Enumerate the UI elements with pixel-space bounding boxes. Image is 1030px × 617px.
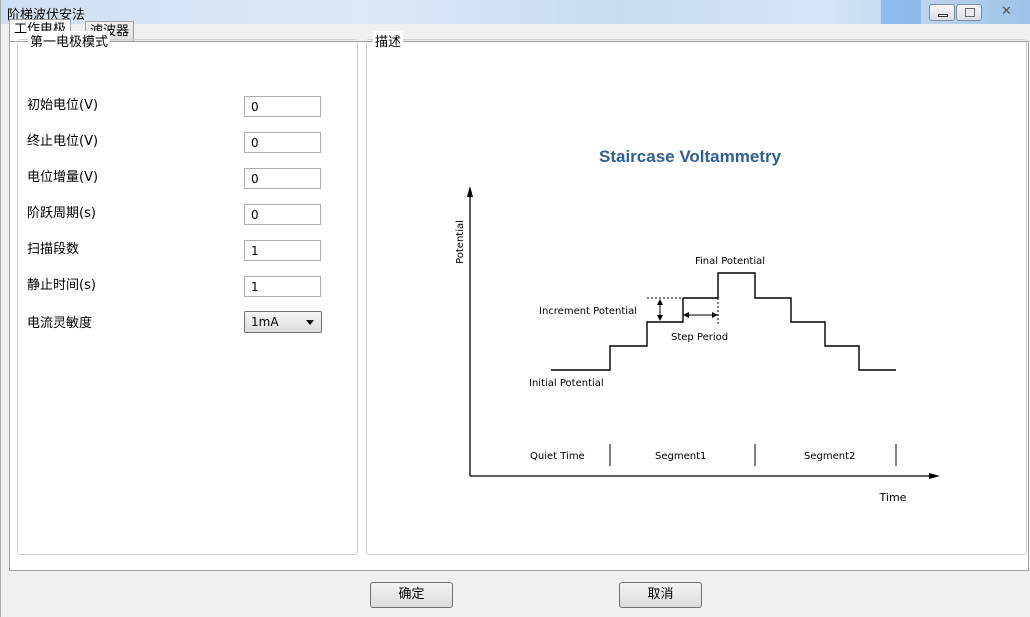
final-potential-label: Final Potential — [695, 256, 765, 267]
initial-potential-input[interactable] — [244, 96, 321, 117]
quiet-time-input[interactable] — [244, 276, 321, 297]
quiet-time-label: Quiet Time — [530, 451, 585, 462]
step-period-input[interactable] — [244, 204, 321, 225]
field-label-potential-increment: 电位增量(V) — [27, 170, 99, 185]
current-sensitivity-value: 1mA — [251, 315, 279, 329]
initial-potential-label: Initial Potential — [529, 378, 604, 389]
title-glow — [881, 0, 921, 24]
app-window: 阶梯波伏安法 ✕ 工作电极 滤波器 第一电极模式 初始电位(V) 终止电位(V)… — [0, 0, 1030, 617]
bottom-bar — [1, 571, 1030, 617]
increment-potential-label: Increment Potential — [539, 306, 637, 317]
ok-button[interactable]: 确定 — [370, 582, 453, 608]
x-axis-arrow-icon — [929, 473, 940, 479]
step-period-arrow-right-icon — [712, 312, 718, 318]
scan-segments-input[interactable] — [244, 240, 321, 261]
field-label-step-period: 阶跃周期(s) — [27, 206, 96, 221]
diagram-title: Staircase Voltammetry — [599, 147, 782, 166]
x-axis-label: Time — [879, 491, 907, 504]
increment-arrow-up-icon — [657, 299, 663, 305]
increment-arrow-down-icon — [657, 315, 663, 321]
field-label-scan-segments: 扫描段数 — [27, 242, 80, 257]
maximize-icon — [965, 8, 975, 17]
segment2-label: Segment2 — [804, 451, 855, 462]
staircase-diagram: Staircase Voltammetry Potential Time Fin… — [455, 147, 940, 504]
minimize-button[interactable] — [929, 4, 955, 21]
y-axis-arrow-icon — [467, 186, 473, 197]
minimize-icon — [938, 14, 948, 17]
field-label-initial-potential: 初始电位(V) — [27, 98, 99, 113]
field-label-current-sensitivity: 电流灵敏度 — [27, 316, 93, 331]
segment1-label: Segment1 — [655, 451, 706, 462]
step-period-arrow-left-icon — [683, 312, 689, 318]
maximize-button[interactable] — [956, 4, 982, 21]
group-title-description: 描述 — [373, 31, 404, 50]
current-sensitivity-select[interactable]: 1mA — [244, 311, 322, 333]
title-bar: 阶梯波伏安法 ✕ — [1, 0, 1030, 24]
cancel-button[interactable]: 取消 — [619, 582, 702, 608]
final-potential-input[interactable] — [244, 132, 321, 153]
chevron-down-icon — [306, 320, 314, 325]
y-axis-label: Potential — [455, 220, 466, 264]
potential-increment-input[interactable] — [244, 168, 321, 189]
staircase-waveform — [551, 272, 896, 371]
group-title-electrode-mode: 第一电极模式 — [28, 31, 111, 50]
field-label-quiet-time: 静止时间(s) — [27, 278, 96, 293]
field-label-final-potential: 终止电位(V) — [27, 134, 99, 149]
step-period-label: Step Period — [671, 332, 728, 343]
close-icon: ✕ — [1001, 4, 1012, 19]
close-button[interactable]: ✕ — [983, 4, 1025, 21]
